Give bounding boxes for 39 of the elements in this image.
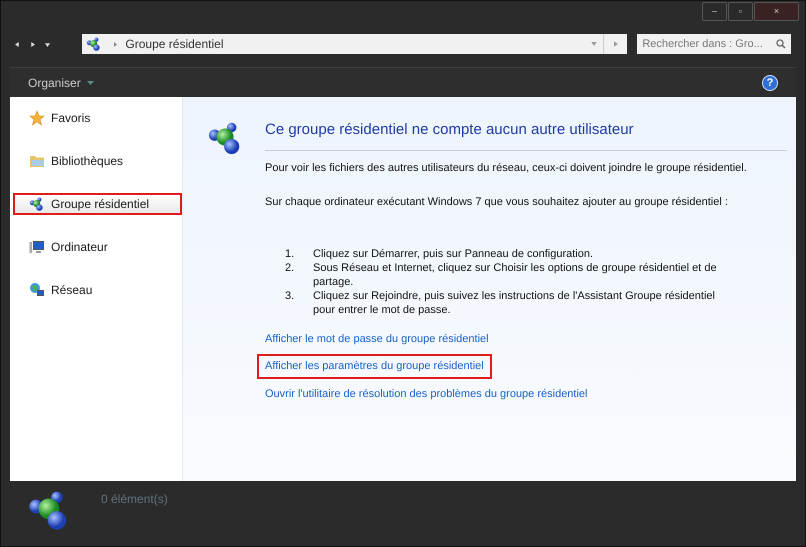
- folder-icon: [29, 153, 45, 169]
- link[interactable]: Afficher le mot de passe du groupe résidentiel: [265, 328, 489, 349]
- link[interactable]: Afficher les paramètres du groupe résidentiel: [257, 354, 492, 378]
- search-field[interactable]: Rechercher dans : Gro...: [637, 34, 791, 54]
- paragraph: Sur chaque ordinateur exécutant Windows 7 que vous souhaitez ajouter au groupe résidentiel :: [265, 195, 729, 210]
- address-bar[interactable]: Groupe résidentiel: [82, 34, 628, 54]
- homegroup-icon: [29, 196, 45, 212]
- maximize-button[interactable]: ▫: [728, 2, 753, 21]
- sidebar-item[interactable]: Groupe résidentiel: [13, 193, 182, 215]
- star-icon: [29, 110, 45, 126]
- close-button[interactable]: ×: [754, 2, 799, 21]
- address-text: Groupe résidentiel: [125, 36, 224, 53]
- step-number: 2.: [285, 260, 296, 276]
- item-count: 0 élément(s): [101, 491, 168, 508]
- sidebar-item[interactable]: Ordinateur: [13, 236, 182, 258]
- dropdown-icon[interactable]: [45, 42, 50, 46]
- organize-button[interactable]: Organiser: [28, 74, 94, 92]
- heading: Ce groupe résidentiel ne compte aucun autre utilisateur: [265, 119, 787, 150]
- network-icon: [29, 282, 45, 298]
- sidebar-item[interactable]: Bibliothèques: [13, 150, 182, 172]
- step-text: Cliquez sur Rejoindre, puis suivez les instructions de l'Assistant Groupe résidentiel pour entrer le mot de passe.: [313, 288, 716, 316]
- step-number: 3.: [285, 288, 296, 304]
- paragraph: Pour voir les fichiers des autres utilisateurs du réseau, ceux-ci doivent joindre le groupe résidentiel.: [265, 160, 748, 176]
- chevron-icon: [614, 41, 618, 47]
- step-text: Cliquez sur Démarrer, puis sur Panneau de configuration.: [313, 246, 594, 260]
- sidebar-item[interactable]: Favoris: [13, 107, 182, 129]
- search-icon: [776, 39, 786, 49]
- sidebar-item[interactable]: Réseau: [13, 279, 182, 301]
- help-button[interactable]: ?: [762, 74, 778, 90]
- computer-icon: [29, 239, 45, 255]
- homegroup-icon: [86, 36, 102, 52]
- chevron-icon: [114, 42, 118, 46]
- step-text: Sous Réseau et Internet, cliquez sur Choisir les options de groupe résidentiel et de partage.: [313, 260, 718, 288]
- link[interactable]: Ouvrir l'utilitaire de résolution des problèmes du groupe résidentiel: [265, 384, 588, 404]
- step-number: 1.: [285, 246, 296, 260]
- forward-icon[interactable]: [30, 42, 35, 46]
- minimize-button[interactable]: –: [702, 2, 727, 21]
- caret-icon: [86, 80, 94, 84]
- back-icon[interactable]: [15, 42, 20, 46]
